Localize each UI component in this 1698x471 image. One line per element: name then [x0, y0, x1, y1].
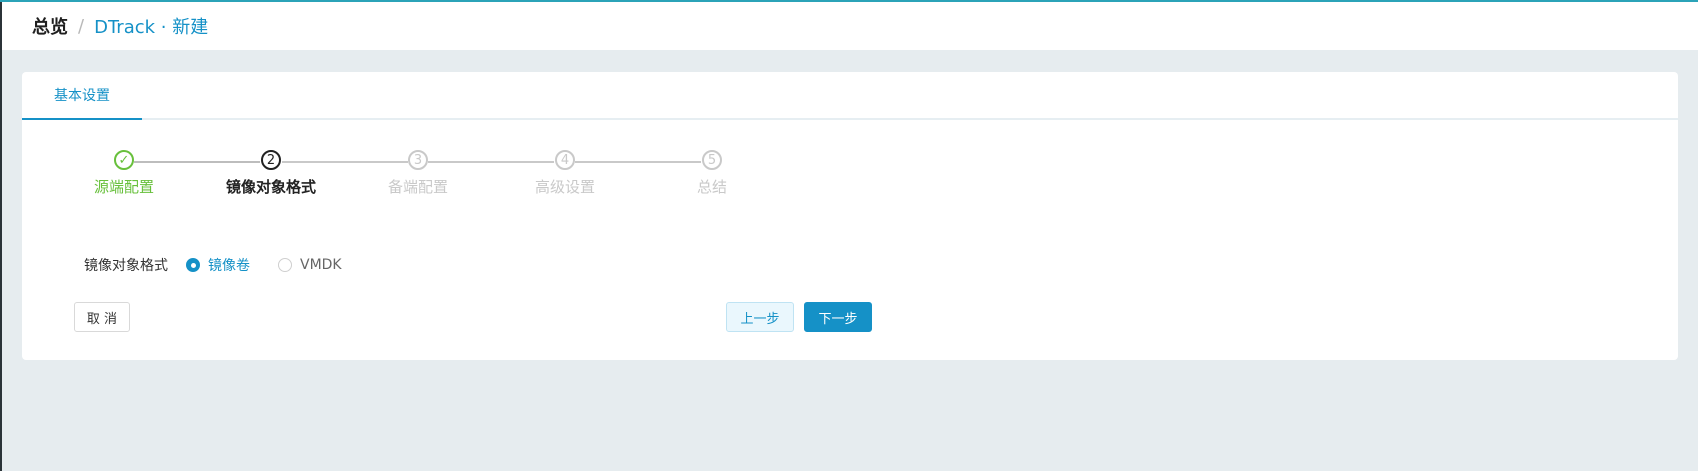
cancel-button[interactable]: 取 消: [74, 302, 130, 332]
step-label: 总结: [696, 178, 727, 196]
check-icon: ✓: [114, 150, 134, 170]
step-summary: 5 总结: [632, 150, 792, 197]
radio-label[interactable]: 镜像卷: [208, 255, 250, 275]
step-number: 5: [702, 150, 722, 170]
step-label: 高级设置: [534, 178, 595, 196]
step-number: 4: [555, 150, 575, 170]
step-mirror-format: 2 镜像对象格式: [191, 150, 351, 197]
main-card: 基本设置 ✓ 源端配置 2 镜像对象格式 3 备端配置 4 高级设置 5 总结 …: [22, 72, 1678, 360]
page-header: 总览 / DTrack · 新建: [2, 2, 1698, 50]
step-label: 镜像对象格式: [225, 178, 316, 196]
radio-label[interactable]: VMDK: [300, 257, 342, 273]
step-target-config: 3 备端配置: [338, 150, 498, 197]
radio-mirror-volume[interactable]: 镜像卷: [186, 255, 250, 275]
breadcrumb: 总览 / DTrack · 新建: [2, 13, 208, 39]
step-source-config: ✓ 源端配置: [44, 150, 204, 197]
breadcrumb-root[interactable]: 总览: [32, 13, 68, 39]
left-edge: [0, 0, 2, 471]
step-number: 3: [408, 150, 428, 170]
step-number: 2: [261, 150, 281, 170]
radio-unchecked-icon[interactable]: [278, 258, 292, 272]
step-label: 备端配置: [387, 178, 448, 196]
tab-basic-settings[interactable]: 基本设置: [22, 72, 142, 120]
next-step-button[interactable]: 下一步: [804, 302, 872, 332]
tab-bar: 基本设置: [22, 72, 1678, 120]
step-advanced-settings: 4 高级设置: [485, 150, 645, 197]
step-label: 源端配置: [93, 178, 154, 196]
radio-vmdk[interactable]: VMDK: [278, 257, 342, 273]
mirror-format-row: 镜像对象格式 镜像卷 VMDK: [84, 252, 370, 278]
breadcrumb-separator: /: [78, 15, 85, 37]
radio-checked-icon[interactable]: [186, 258, 200, 272]
breadcrumb-current: DTrack · 新建: [94, 17, 209, 38]
prev-step-button[interactable]: 上一步: [726, 302, 794, 332]
mirror-format-label: 镜像对象格式: [84, 258, 168, 274]
